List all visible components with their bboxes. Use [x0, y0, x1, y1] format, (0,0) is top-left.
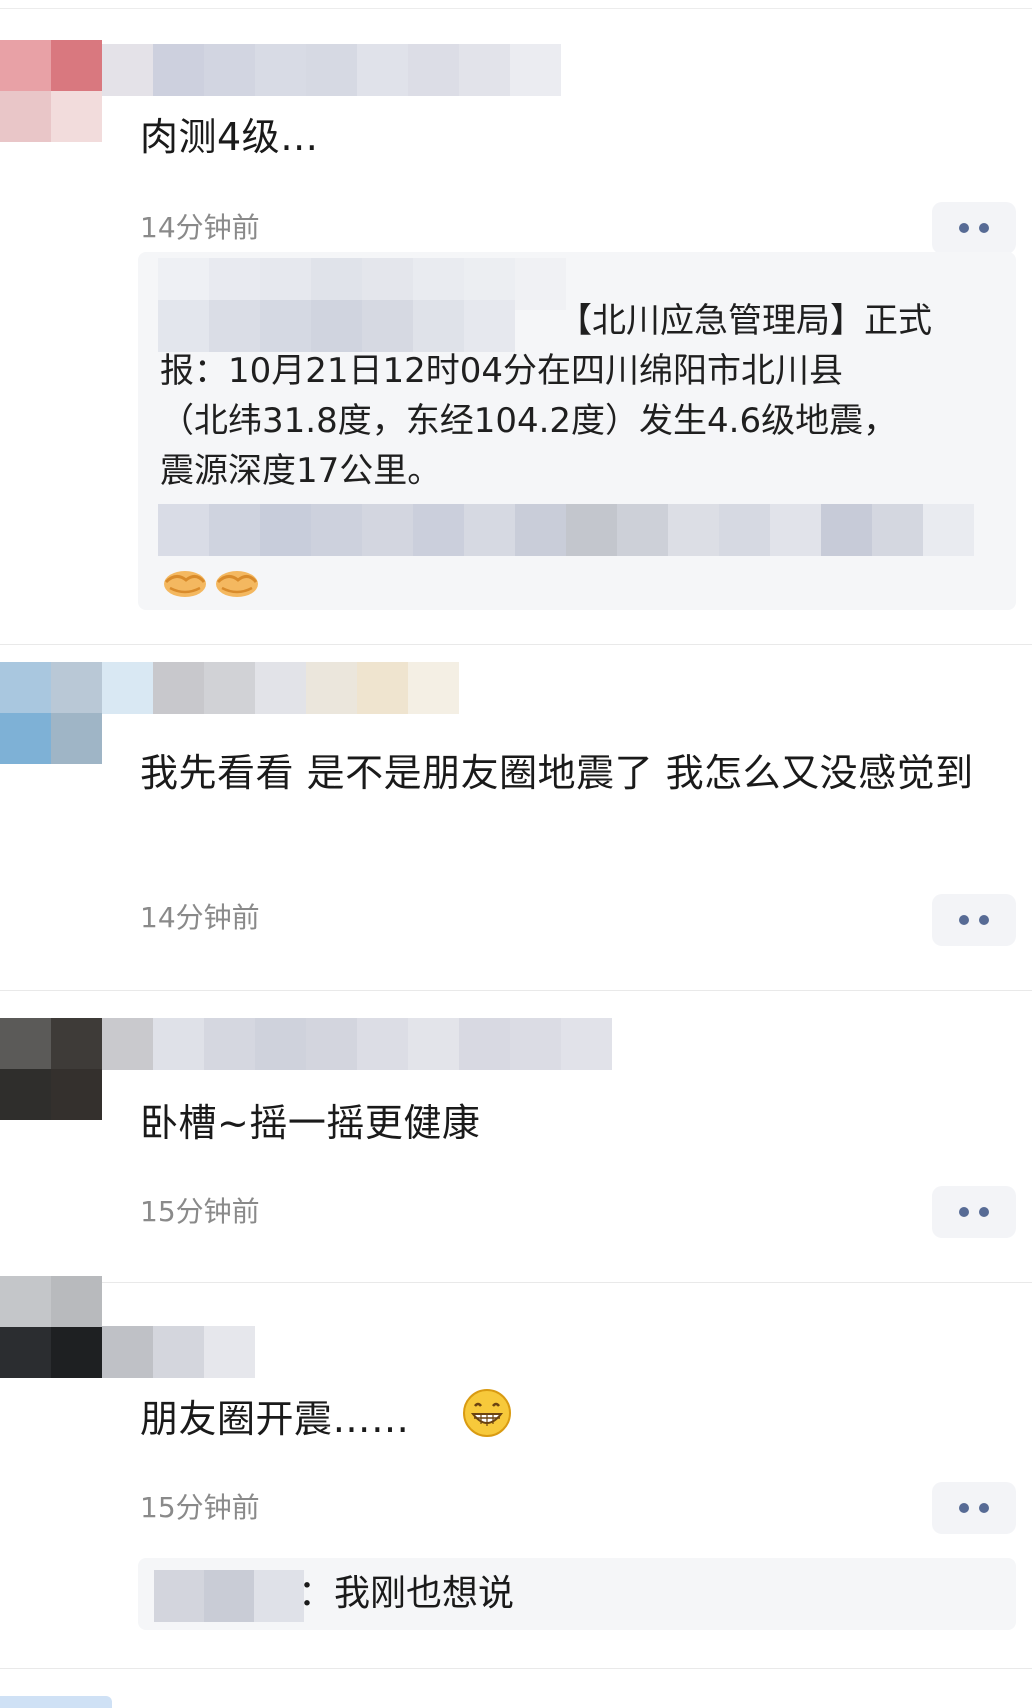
comment-timestamp: 15分钟前 [140, 1491, 260, 1524]
username-blurred[interactable] [102, 1018, 612, 1070]
comment-text-content: 朋友圈开震…… [140, 1397, 410, 1441]
reply-box[interactable]: ：我刚也想说 [138, 1558, 1016, 1630]
avatar[interactable] [0, 1018, 102, 1120]
comment-timestamp: 14分钟前 [140, 211, 260, 244]
comment-timestamp: 15分钟前 [140, 1195, 260, 1228]
more-button[interactable] [932, 1482, 1016, 1534]
quote-source-blurred [158, 300, 538, 352]
handshake-emoji [164, 571, 206, 597]
username-blurred[interactable] [102, 662, 462, 714]
more-button[interactable] [932, 202, 1016, 254]
comment-divider [0, 644, 1032, 645]
comment-divider [0, 1668, 1032, 1669]
shared-quote[interactable]: 【北川应急管理局】正式 报：10月21日12时04分在四川绵阳市北川县 （北纬3… [138, 252, 1016, 610]
username-blurred[interactable] [102, 44, 562, 96]
grinning-face-emoji [463, 1389, 511, 1437]
avatar[interactable] [0, 1696, 112, 1708]
comment-text: 卧槽~摇一摇更健康 [140, 1101, 481, 1145]
handshake-emoji [216, 571, 258, 597]
comment-divider [0, 990, 1032, 991]
comment-text: 肉测4级… [140, 115, 319, 159]
comment-divider [0, 1282, 1032, 1283]
username-blurred[interactable] [102, 1326, 258, 1378]
quote-line: 【北川应急管理局】正式 [558, 301, 932, 341]
reply-username-blurred[interactable] [154, 1570, 304, 1622]
top-divider [0, 8, 1032, 9]
quote-line: （北纬31.8度，东经104.2度）发生4.6级地震， [160, 401, 898, 441]
more-dots-icon [959, 1503, 969, 1513]
more-button[interactable] [932, 1186, 1016, 1238]
avatar[interactable] [0, 40, 102, 142]
comment-timestamp: 14分钟前 [140, 901, 260, 934]
more-dots-icon [959, 1207, 969, 1217]
reply-text: ：我刚也想说 [298, 1573, 515, 1614]
more-dots-icon [959, 915, 969, 925]
quote-line: 报：10月21日12时04分在四川绵阳市北川县 [160, 351, 844, 391]
comment-text: 我先看看 是不是朋友圈地震了 我怎么又没感觉到 [140, 751, 974, 795]
comment-text: 朋友圈开震…… [140, 1392, 410, 1446]
comment-feed: 肉测4级… 14分钟前 【北川应急管理局】正式 报：10月21日12时04分在四… [0, 0, 1032, 1708]
more-button[interactable] [932, 894, 1016, 946]
quote-line: 震源深度17公里。 [160, 451, 442, 491]
avatar[interactable] [0, 662, 102, 764]
more-dots-icon [959, 223, 969, 233]
avatar[interactable] [0, 1276, 102, 1378]
quote-link-blurred [158, 504, 988, 556]
